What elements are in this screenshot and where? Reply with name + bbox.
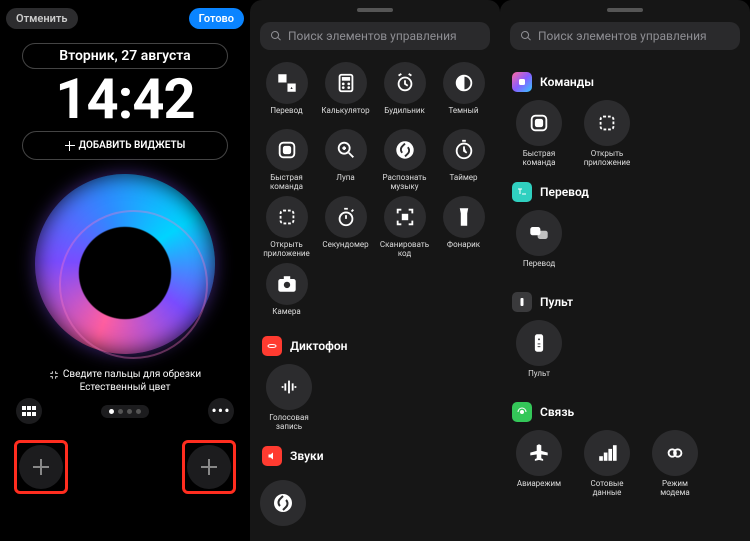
waveform-icon <box>278 376 300 398</box>
shortcuts-app-icon <box>512 72 532 92</box>
grid-icon <box>22 406 36 416</box>
section-sounds: Звуки <box>250 436 500 466</box>
plus-icon <box>201 459 217 475</box>
cancel-button[interactable]: Отменить <box>6 8 78 29</box>
camera-icon <box>276 273 298 295</box>
controls-gallery-by-app: Поиск элементов управления Команды Быстр… <box>500 0 750 541</box>
section-translate: Перевод Перевод <box>500 172 750 282</box>
section-connectivity: Связь Авиарежим Сотовые данные Режим мод… <box>500 392 750 502</box>
section-title: Команды <box>540 75 594 89</box>
controls-gallery-all: Поиск элементов управления Перевод Кальк… <box>250 0 500 541</box>
control-alarm[interactable]: Будильник <box>376 62 433 125</box>
sheet-grabber[interactable] <box>357 8 393 12</box>
control-voice-memo[interactable]: Голосовая запись <box>262 364 316 432</box>
connectivity-app-icon <box>512 402 532 422</box>
stopwatch-icon <box>335 206 357 228</box>
wallpaper-preview[interactable] <box>0 164 250 364</box>
control-dark-mode[interactable]: Темный <box>435 62 492 125</box>
control-flashlight[interactable]: Фонарик <box>435 196 492 259</box>
control-timer[interactable]: Таймер <box>435 129 492 192</box>
shazam-icon <box>271 491 295 515</box>
control-shazam-sounds[interactable] <box>260 480 306 526</box>
editor-bottom-row: ••• <box>0 394 250 428</box>
translate-icon <box>276 72 298 94</box>
section-sounds-items-partial <box>250 474 500 526</box>
search-icon <box>520 30 532 42</box>
control-translate[interactable]: Перевод <box>512 210 566 278</box>
calculator-icon <box>335 72 357 94</box>
control-open-app[interactable]: Открыть приложение <box>580 100 634 168</box>
hotspot-icon <box>664 442 686 464</box>
control-scan-code[interactable]: Сканировать код <box>376 196 433 259</box>
control-personal-hotspot[interactable]: Режим модема <box>648 430 702 498</box>
time-display[interactable]: 14:42 <box>0 71 250 127</box>
shazam-icon <box>394 139 416 161</box>
alarm-icon <box>394 72 416 94</box>
remote-icon <box>528 332 550 354</box>
section-title: Пульт <box>540 295 573 309</box>
search-icon <box>270 30 282 42</box>
control-stopwatch[interactable]: Секундомер <box>317 196 374 259</box>
shortcut-icon <box>276 139 298 161</box>
wallpaper-ring-graphic <box>35 174 215 354</box>
magnifier-icon <box>335 139 357 161</box>
remote-app-icon <box>512 292 532 312</box>
qr-scan-icon <box>394 206 416 228</box>
search-input[interactable]: Поиск элементов управления <box>510 22 740 50</box>
translate-app-icon <box>512 182 532 202</box>
translate-icon <box>528 222 550 244</box>
left-action-slot[interactable] <box>14 440 68 494</box>
section-title: Звуки <box>290 449 324 463</box>
lockscreen-editor: Отменить Готово Вторник, 27 августа 14:4… <box>0 0 250 541</box>
timer-icon <box>453 139 475 161</box>
crop-hint: Сведите пальцы для обрезки Естественный … <box>0 368 250 394</box>
sounds-app-icon <box>262 446 282 466</box>
open-app-icon <box>596 112 618 134</box>
style-grid-button[interactable] <box>16 398 42 424</box>
voicememos-app-icon <box>262 336 282 356</box>
control-shazam[interactable]: Распознать музыку <box>376 129 433 192</box>
control-translate[interactable]: Перевод <box>258 62 315 125</box>
controls-grid: Перевод Калькулятор Будильник Темный Быс… <box>250 62 500 326</box>
control-cellular-data[interactable]: Сотовые данные <box>580 430 634 498</box>
editor-topbar: Отменить Готово <box>0 0 250 37</box>
section-title: Диктофон <box>290 339 347 353</box>
add-widgets-label: ДОБАВИТЬ ВИДЖЕТЫ <box>79 140 186 151</box>
control-open-app[interactable]: Открыть приложение <box>258 196 315 259</box>
plus-icon <box>33 459 49 475</box>
quick-action-slots <box>0 428 250 494</box>
control-airplane-mode[interactable]: Авиарежим <box>512 430 566 498</box>
section-title: Связь <box>540 405 574 419</box>
control-shortcut[interactable]: Быстрая команда <box>512 100 566 168</box>
control-remote[interactable]: Пульт <box>512 320 566 388</box>
flashlight-icon <box>453 206 475 228</box>
section-shortcuts: Команды Быстрая команда Открыть приложен… <box>500 62 750 172</box>
control-calculator[interactable]: Калькулятор <box>317 62 374 125</box>
section-title: Перевод <box>540 185 589 199</box>
ellipsis-icon: ••• <box>211 403 230 419</box>
pinch-icon <box>49 370 59 380</box>
open-app-icon <box>276 206 298 228</box>
airplane-icon <box>528 442 550 464</box>
done-button[interactable]: Готово <box>189 8 244 29</box>
right-action-slot[interactable] <box>182 440 236 494</box>
more-button[interactable]: ••• <box>208 398 234 424</box>
cellular-icon <box>596 442 618 464</box>
plus-icon <box>65 141 75 151</box>
search-input[interactable]: Поиск элементов управления <box>260 22 490 50</box>
dark-mode-icon <box>453 72 475 94</box>
control-magnifier[interactable]: Лупа <box>317 129 374 192</box>
sheet-grabber[interactable] <box>607 8 643 12</box>
section-remote: Пульт Пульт <box>500 282 750 392</box>
section-voicememos: Диктофон Голосовая запись <box>250 326 500 436</box>
add-widgets-button[interactable]: ДОБАВИТЬ ВИДЖЕТЫ <box>22 131 228 160</box>
shortcut-icon <box>528 112 550 134</box>
page-indicator[interactable] <box>101 405 149 418</box>
control-camera[interactable]: Камера <box>258 263 315 326</box>
control-shortcut[interactable]: Быстрая команда <box>258 129 315 192</box>
